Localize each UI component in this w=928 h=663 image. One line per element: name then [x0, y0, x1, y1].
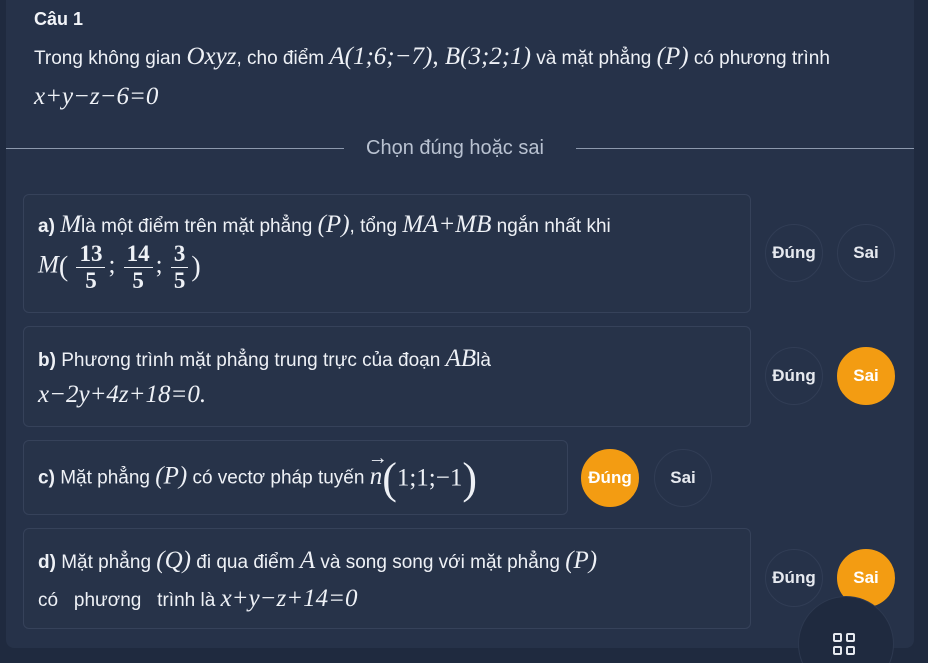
- question-label: Câu 1: [34, 9, 84, 29]
- statement-d-true-button[interactable]: Đúng: [765, 549, 823, 607]
- plane-p: (P): [565, 547, 598, 574]
- grid-icon: [833, 633, 857, 657]
- vector-coordinates: 1;1;−1: [396, 464, 463, 492]
- statement-d-line2: có phương trình là x+y−z+14=0: [38, 585, 357, 613]
- fraction-z: 35: [170, 241, 189, 294]
- divider-right: [576, 148, 914, 149]
- statement-card-b: b) Phương trình mặt phẳng trung trực của…: [23, 326, 751, 427]
- point-a: A: [299, 547, 316, 574]
- numerator: 13: [76, 241, 106, 268]
- point-m: M: [60, 211, 82, 238]
- numerator: 14: [123, 241, 153, 268]
- statement-card-c: c) Mặt phẳng (P) có vectơ pháp tuyến → n(…: [23, 440, 568, 515]
- question-text-part: và mặt phẳng: [530, 48, 657, 69]
- fraction-x: 13 5: [76, 241, 106, 294]
- statement-d-line1: d) Mặt phẳng (Q) đi qua điểm A và song s…: [38, 547, 597, 575]
- segment-ab: AB: [445, 345, 477, 372]
- statement-text: , tổng: [349, 216, 403, 237]
- distance-sum: MA+MB: [402, 211, 492, 238]
- plane-p: (P): [656, 43, 689, 70]
- denominator: 5: [132, 268, 144, 293]
- statement-c-true-button[interactable]: Đúng: [581, 449, 639, 507]
- statement-c-line1: c) Mặt phẳng (P) có vectơ pháp tuyến → n(…: [38, 447, 478, 504]
- point-b: B(3;2;1): [444, 43, 531, 70]
- point-a: A(1;6;−7): [329, 43, 433, 70]
- separator: ,: [432, 43, 445, 70]
- statement-card-a: a) Mlà một điểm trên mặt phẳng (P), tổng…: [23, 194, 751, 313]
- statement-text: ngắn nhất khi: [491, 216, 611, 237]
- denominator: 5: [173, 268, 186, 293]
- divider-left: [6, 148, 344, 149]
- statement-text: là một điểm trên mặt phẳng: [81, 216, 318, 237]
- statement-text: có vectơ pháp tuyến: [187, 467, 370, 489]
- statement-b-false-button[interactable]: Sai: [837, 347, 895, 405]
- statement-text: Mặt phẳng: [61, 552, 157, 573]
- statement-text: đi qua điểm: [191, 552, 300, 573]
- denominator: 5: [85, 268, 97, 293]
- numerator: 3: [170, 241, 189, 268]
- question-text-part: có phương trình: [688, 48, 830, 69]
- plane-q: (Q): [156, 547, 192, 574]
- statement-a-false-button[interactable]: Sai: [837, 224, 895, 282]
- statement-a-line2: M( 13 5; 14 5; 3 5): [38, 241, 201, 294]
- statement-text: có phương trình là: [38, 590, 221, 611]
- statement-card-d: d) Mặt phẳng (Q) đi qua điểm A và song s…: [23, 528, 751, 629]
- statement-prefix: a): [38, 216, 61, 237]
- statement-text: Phương trình mặt phẳng trung trực của đo…: [61, 350, 446, 371]
- statement-prefix: b): [38, 350, 62, 371]
- statement-text: Mặt phẳng: [60, 467, 156, 489]
- semicolon: ;: [155, 251, 163, 279]
- plane-equation: x+y−z+14=0: [220, 585, 358, 612]
- divider-label: Chọn đúng hoặc sai: [366, 137, 544, 159]
- plane-p: (P): [155, 462, 188, 490]
- paren-open: (: [58, 251, 69, 283]
- question-text-part: , cho điểm: [236, 48, 330, 69]
- statement-b-true-button[interactable]: Đúng: [765, 347, 823, 405]
- plane-p: (P): [317, 211, 350, 238]
- statement-b-line2: x−2y+4z+18=0.: [38, 381, 206, 409]
- semicolon: ;: [108, 251, 116, 279]
- vector-arrow-icon: →: [367, 446, 388, 469]
- paren-close: ): [462, 454, 478, 503]
- statement-a-line1: a) Mlà một điểm trên mặt phẳng (P), tổng…: [38, 211, 611, 239]
- paren-close: ): [191, 251, 201, 283]
- question-text: Trong không gian Oxyz, cho điểm A(1;6;−7…: [34, 38, 884, 118]
- statement-a-true-button[interactable]: Đúng: [765, 224, 823, 282]
- statement-text: và song song với mặt phẳng: [315, 552, 566, 573]
- normal-vector: → n: [368, 447, 388, 491]
- plane-equation: x−2y+4z+18=0.: [38, 381, 207, 408]
- point-m: M: [38, 251, 59, 279]
- statement-c-false-button[interactable]: Sai: [654, 449, 712, 507]
- statement-prefix: d): [38, 552, 62, 573]
- coordinate-space: Oxyz: [186, 43, 237, 70]
- fraction-y: 14 5: [123, 241, 153, 294]
- plane-equation: x+y−z−6=0: [34, 83, 159, 110]
- statement-text: là: [476, 350, 491, 371]
- question-text-part: Trong không gian: [34, 48, 187, 69]
- statement-prefix: c): [38, 467, 61, 489]
- statement-b-line1: b) Phương trình mặt phẳng trung trực của…: [38, 345, 491, 373]
